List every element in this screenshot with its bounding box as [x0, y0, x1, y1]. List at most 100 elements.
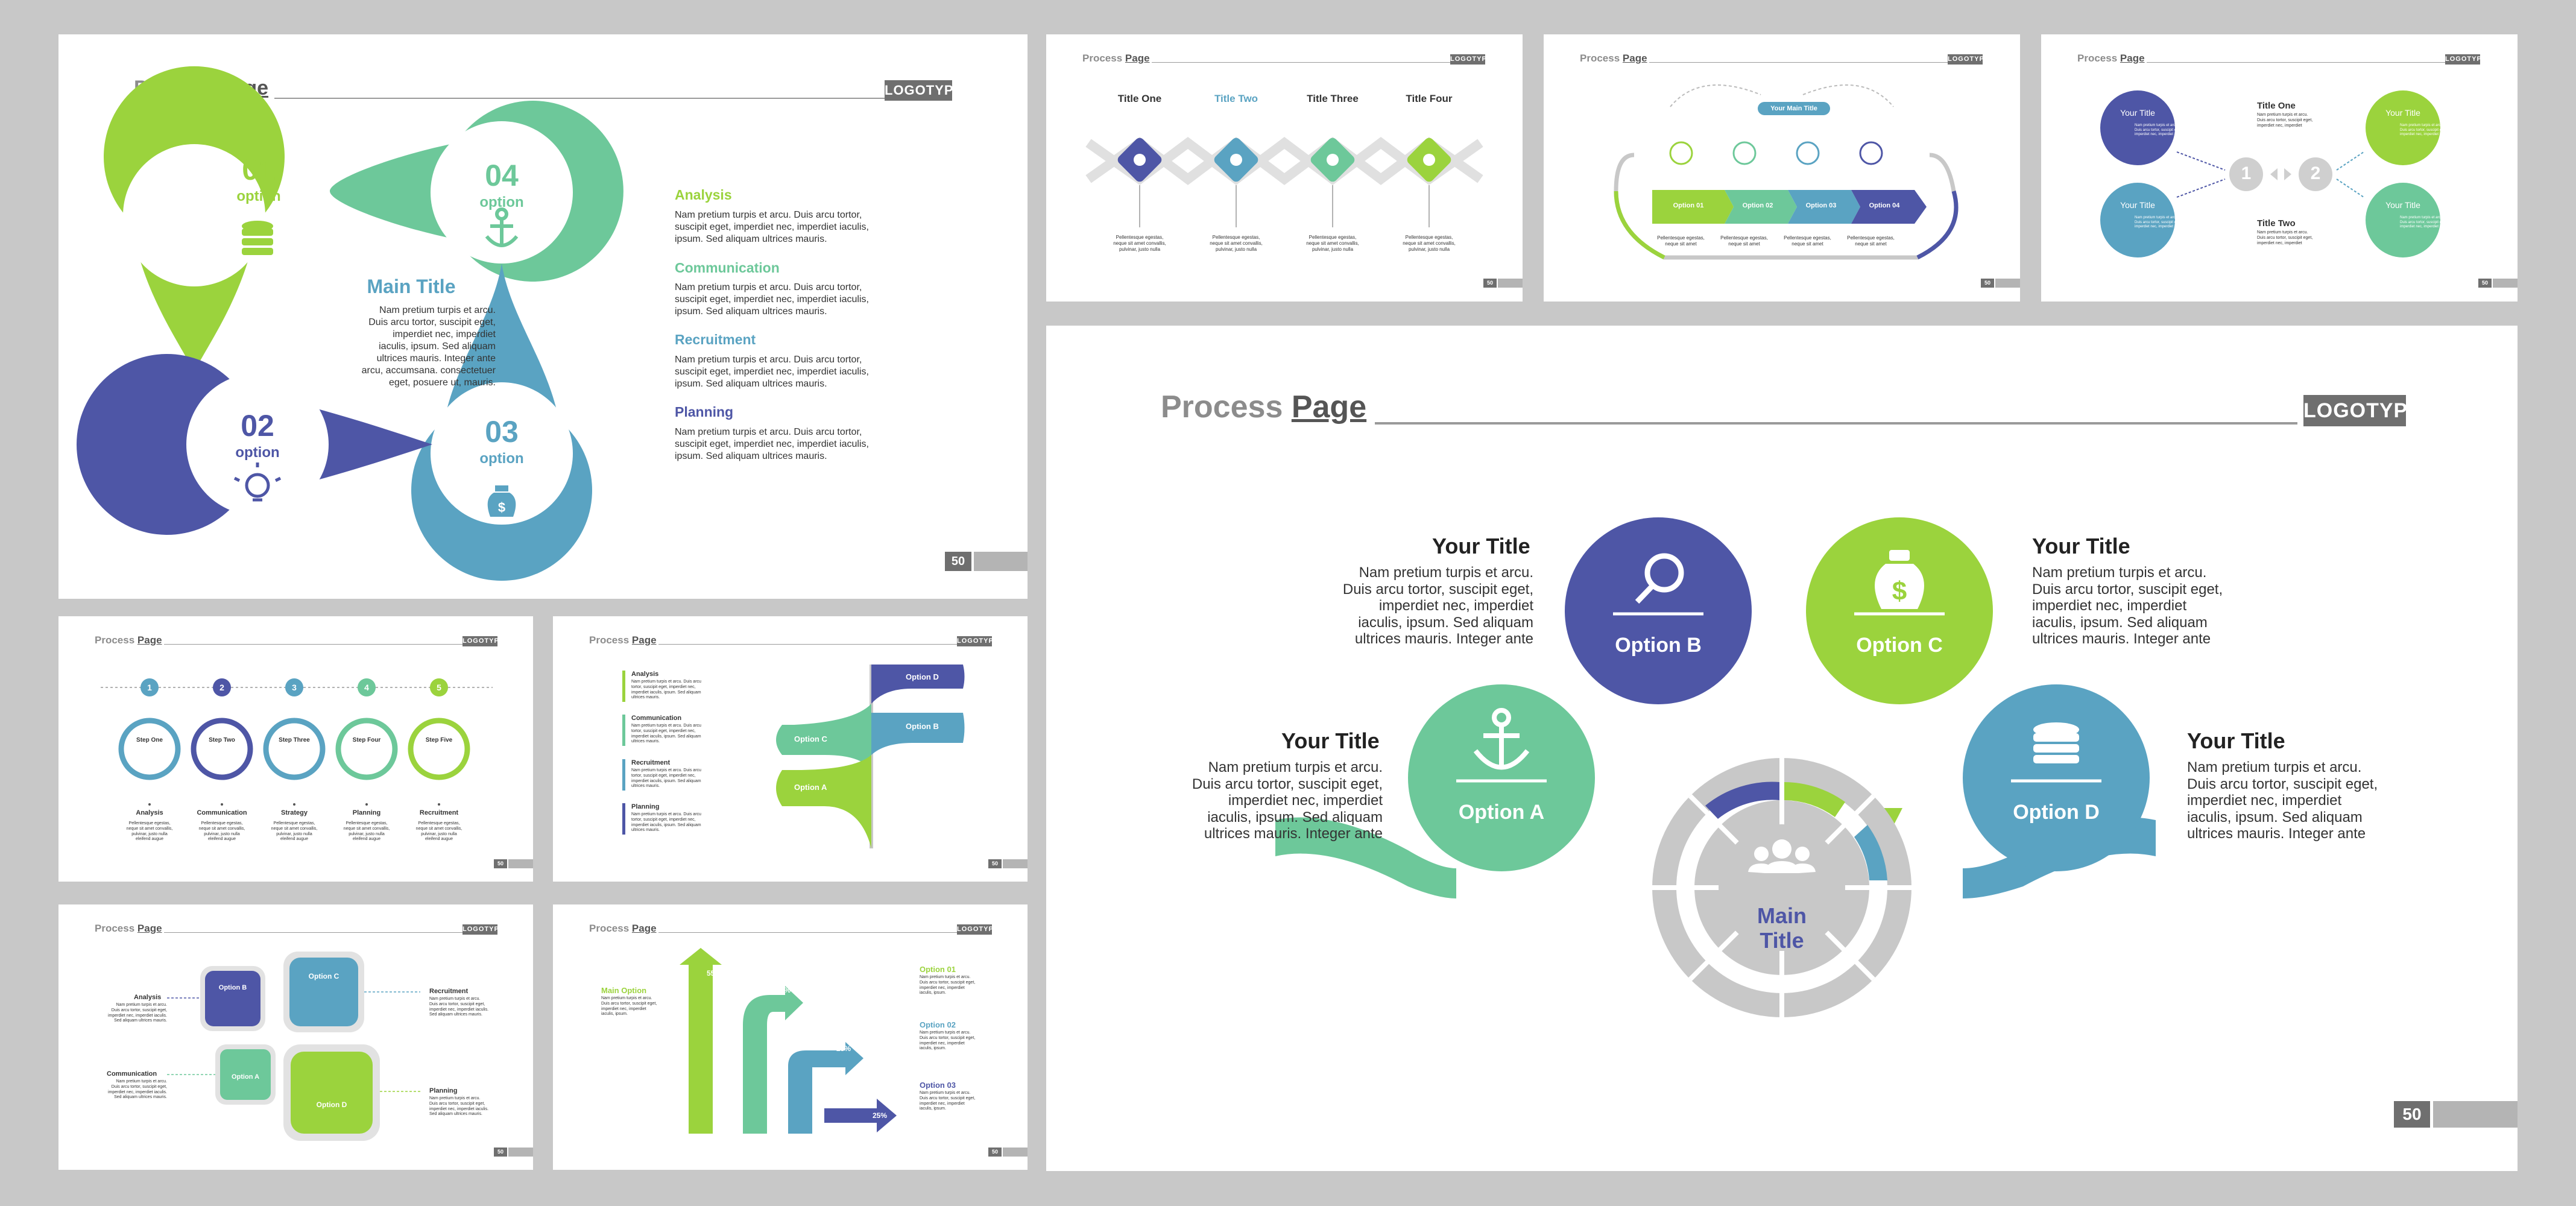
page-number: 50: [494, 1148, 507, 1157]
title-two-body: Nam pretium turpis et arcu. Duis arcu to…: [2257, 230, 2313, 245]
title-one: Title One: [1117, 93, 1162, 104]
step-two: Step Two: [209, 737, 235, 743]
diamond-row: [1085, 137, 1483, 227]
main-title: Main Title: [1757, 903, 1807, 953]
option-d-circle: [1963, 684, 2150, 871]
desc-3: Pellentesque egestas, neque sit amet con…: [271, 821, 318, 842]
desc-2: Pellentesque egestas, neque sit amet con…: [1210, 235, 1263, 252]
flask-icon: [1230, 154, 1242, 166]
circle-4-title: Your Title: [2385, 200, 2420, 210]
step-num-3: 3: [292, 683, 297, 692]
pct-25-b: 25%: [873, 1111, 888, 1120]
pct-55: 55%: [707, 969, 722, 977]
desc-2: Pellentesque egestas, neque sit amet: [1720, 235, 1768, 247]
your-title-mid-left: Your Title: [1281, 728, 1380, 753]
desc-1: Pellentesque egestas, neque sit amet con…: [126, 821, 173, 842]
svg-text:$: $: [1892, 576, 1907, 606]
slide-leaf-options[interactable]: Process Page LOGOTYPE Analysis Nam preti…: [553, 616, 1028, 882]
label-recruitment-body: Nam pretium turpis et arcu. Duis arcu to…: [429, 997, 489, 1017]
cycle-diagram: [1614, 84, 1959, 260]
slide-process-pins[interactable]: Process Page LOGOTYPE $ 01 option 04 opt…: [58, 34, 1028, 599]
page-bar: [1498, 279, 1523, 288]
step-three: Step Three: [279, 737, 310, 743]
option-01-body: Nam pretium turpis et arcu. Duis arcu to…: [920, 975, 976, 996]
slide-square-options[interactable]: Process Page LOGOTYPE Option B Option C …: [58, 904, 533, 1170]
money-bag-icon: [1134, 154, 1146, 166]
your-title-top-left: Your Title: [1432, 534, 1530, 558]
body-mid-right: Nam pretium turpis et arcu. Duis arcu to…: [2187, 759, 2378, 842]
desc-4: Pellentesque egestas, neque sit amet con…: [1403, 235, 1456, 252]
pin-01-number: 01: [242, 153, 276, 186]
item-analysis: Analysis: [631, 671, 659, 678]
page-number: 50: [988, 859, 1002, 868]
circle-3-title: Your Title: [2385, 108, 2420, 118]
slide-titles-diamonds[interactable]: Process Page LOGOTYPE Title One Title Tw…: [1046, 34, 1523, 302]
option-b: Option B: [906, 722, 939, 731]
option-b-circle: [1565, 517, 1752, 704]
four-circle-diagram: [2100, 90, 2440, 257]
option-a-label: Option A: [1458, 801, 1545, 824]
desc-4: Pellentesque egestas, neque sit amet con…: [343, 821, 390, 842]
search-icon: [1327, 154, 1339, 166]
option-d: Option D: [906, 672, 939, 681]
option-a: Option A: [794, 783, 827, 792]
step-one: Step One: [136, 737, 163, 743]
label-strategy: Strategy: [280, 809, 308, 816]
globe-icon: [1732, 141, 1757, 165]
step-num-1: 1: [147, 683, 152, 692]
label-analysis: Analysis: [136, 809, 163, 816]
page-number: 50: [1483, 279, 1497, 288]
option-02-body: Nam pretium turpis et arcu. Duis arcu to…: [920, 1031, 976, 1051]
pct-45: 45%: [776, 986, 791, 994]
option-c-label: Option C: [1856, 634, 1943, 657]
option-02: Option 02: [920, 1020, 956, 1029]
option-a: Option A: [231, 1073, 260, 1081]
title-four: Title Four: [1406, 93, 1453, 104]
leaf-diagram: [622, 665, 965, 848]
anchor-icon: [1796, 141, 1820, 165]
page-number: 50: [2478, 279, 2492, 288]
item-recruitment-body: Nam pretium turpis et arcu. Duis arcu to…: [675, 355, 869, 389]
circle-1-title: Your Title: [2120, 108, 2155, 118]
label-analysis: Analysis: [134, 994, 162, 1001]
item-planning-body: Nam pretium turpis et arcu. Duis arcu to…: [631, 812, 701, 833]
pin-04-number: 04: [485, 159, 519, 192]
slide-cycle-arrows[interactable]: Process Page LOGOTYPE Your Main Title Op…: [1544, 34, 2020, 302]
page-bar: [1003, 1148, 1028, 1157]
label-planning: Planning: [352, 809, 381, 816]
page-number: 50: [2394, 1101, 2430, 1128]
item-communication-title: Communication: [675, 260, 780, 276]
main-title-pill: Your Main Title: [1770, 105, 1817, 112]
option-01: Option 01: [920, 965, 956, 974]
main-option-title: Main Option: [601, 986, 647, 995]
body-mid-left: Nam pretium turpis et arcu. Duis arcu to…: [1192, 759, 1383, 842]
circle-4-body: Nam pretium turpis et arcu. Duis arcu to…: [2400, 216, 2448, 229]
circle-3-body: Nam pretium turpis et arcu. Duis arcu to…: [2400, 124, 2448, 136]
option-03: Option 03: [920, 1081, 956, 1090]
item-communication-body: Nam pretium turpis et arcu. Duis arcu to…: [631, 724, 701, 744]
option-03-body: Nam pretium turpis et arcu. Duis arcu to…: [920, 1091, 976, 1111]
pin-01-label: option: [236, 188, 281, 204]
desc-3: Pellentesque egestas, neque sit amet: [1784, 235, 1831, 247]
slide-arrow-chart[interactable]: Process Page LOGOTYPE Main Option Nam pr…: [553, 904, 1028, 1170]
square-diagram: [167, 952, 420, 1141]
slide-four-circles[interactable]: Process Page LOGOTYPE Your Title Your Ti…: [2041, 34, 2518, 302]
label-analysis-body: Nam pretium turpis et arcu. Duis arcu to…: [107, 1003, 167, 1023]
title-two: Title Two: [1214, 93, 1258, 104]
your-title-top-right: Your Title: [2032, 534, 2130, 558]
option-03: Option 03: [1805, 202, 1837, 209]
slide-five-steps[interactable]: Process Page LOGOTYPE 1 2 3 4 5 Step One…: [58, 616, 533, 882]
body-top-left: Nam pretium turpis et arcu. Duis arcu to…: [1342, 564, 1533, 648]
item-recruitment-body: Nam pretium turpis et arcu. Duis arcu to…: [631, 768, 701, 789]
item-planning: Planning: [631, 803, 660, 810]
item-analysis-body: Nam pretium turpis et arcu. Duis arcu to…: [675, 210, 869, 244]
title-one-body: Nam pretium turpis et arcu. Duis arcu to…: [2257, 113, 2313, 128]
slide-main-hub[interactable]: Process Page LOGOTYPE $ Option A Option …: [1046, 326, 2518, 1171]
option-c-circle: [1806, 517, 1993, 704]
option-b-label: Option B: [1615, 634, 1702, 657]
item-analysis-body: Nam pretium turpis et arcu. Duis arcu to…: [631, 680, 701, 700]
label-communication: Communication: [197, 809, 247, 816]
page-bar: [1995, 279, 2020, 288]
circle-2-body: Nam pretium turpis et arcu. Duis arcu to…: [2135, 216, 2183, 229]
pin-diagram: $: [77, 66, 623, 581]
